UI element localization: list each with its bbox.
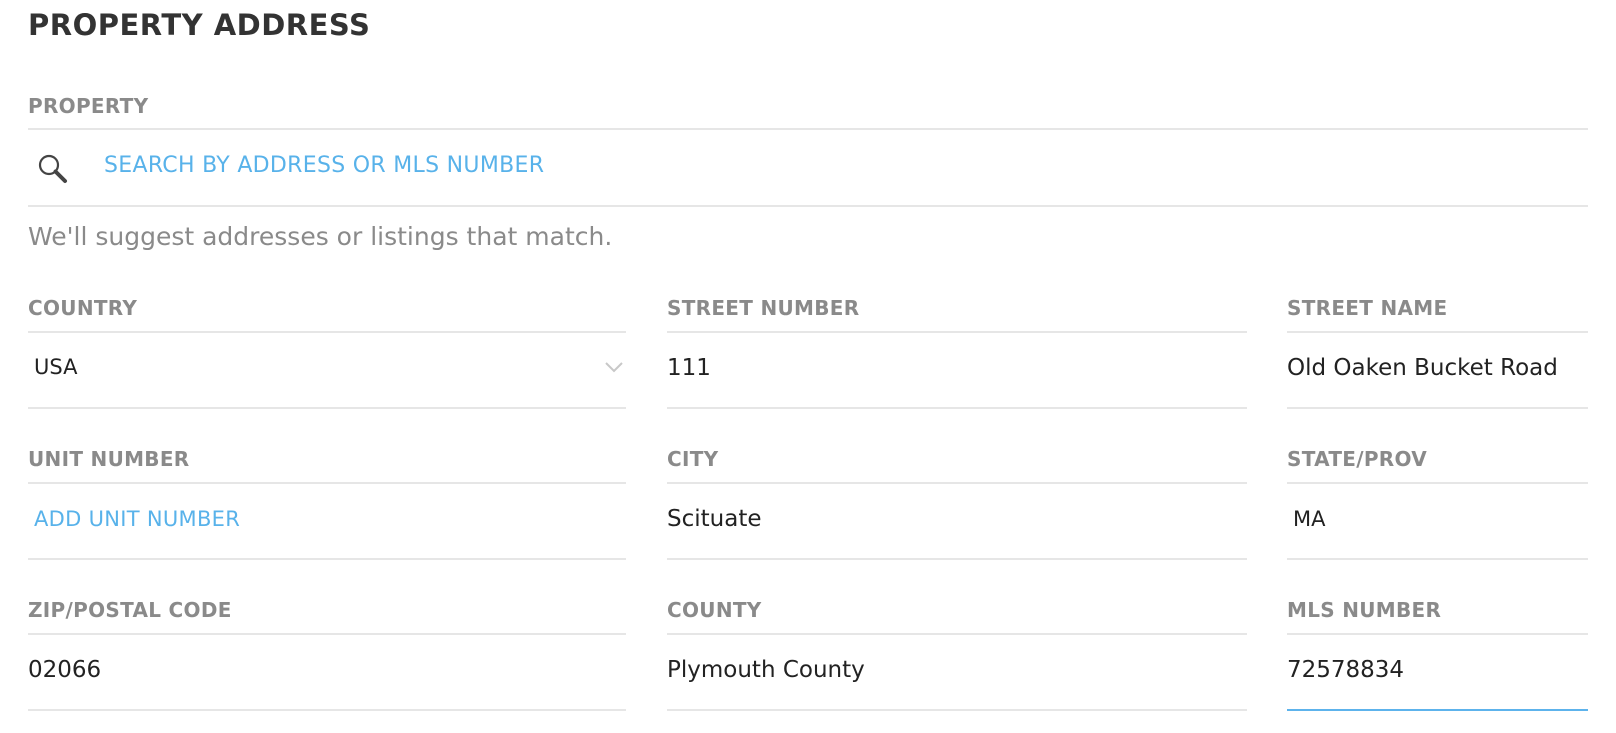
unit-number-top-divider bbox=[28, 482, 626, 484]
property-top-divider bbox=[28, 128, 1588, 130]
chevron-down-icon[interactable] bbox=[604, 360, 624, 374]
zip-field[interactable]: 02066 bbox=[28, 657, 101, 683]
property-search-input[interactable]: SEARCH BY ADDRESS OR MLS NUMBER bbox=[104, 153, 544, 178]
property-address-form: PROPERTY ADDRESS PROPERTY SEARCH BY ADDR… bbox=[0, 0, 1616, 733]
mls-number-field[interactable]: 72578834 bbox=[1287, 657, 1404, 683]
street-name-bottom-divider bbox=[1287, 407, 1588, 409]
country-label: COUNTRY bbox=[28, 296, 138, 320]
county-label: COUNTY bbox=[667, 598, 762, 622]
county-field[interactable]: Plymouth County bbox=[667, 657, 865, 683]
country-bottom-divider bbox=[28, 407, 626, 409]
street-number-bottom-divider bbox=[667, 407, 1247, 409]
search-hint: We'll suggest addresses or listings that… bbox=[28, 222, 613, 251]
add-unit-number-link[interactable]: ADD UNIT NUMBER bbox=[34, 507, 240, 531]
zip-label: ZIP/POSTAL CODE bbox=[28, 598, 232, 622]
state-bottom-divider bbox=[1287, 558, 1588, 560]
mls-number-active-underline bbox=[1287, 709, 1588, 711]
property-label: PROPERTY bbox=[28, 94, 149, 118]
unit-number-label: UNIT NUMBER bbox=[28, 447, 190, 471]
street-number-field[interactable]: 111 bbox=[667, 355, 711, 381]
property-bottom-divider bbox=[28, 205, 1588, 207]
zip-bottom-divider bbox=[28, 709, 626, 711]
unit-number-bottom-divider bbox=[28, 558, 626, 560]
city-top-divider bbox=[667, 482, 1247, 484]
zip-top-divider bbox=[28, 633, 626, 635]
state-select[interactable]: MA bbox=[1293, 507, 1325, 531]
street-name-top-divider bbox=[1287, 331, 1588, 333]
mls-number-label: MLS NUMBER bbox=[1287, 598, 1442, 622]
state-top-divider bbox=[1287, 482, 1588, 484]
country-top-divider bbox=[28, 331, 626, 333]
street-name-label: STREET NAME bbox=[1287, 296, 1448, 320]
county-top-divider bbox=[667, 633, 1247, 635]
country-select[interactable]: USA bbox=[34, 355, 77, 379]
section-title: PROPERTY ADDRESS bbox=[28, 8, 371, 42]
search-icon[interactable] bbox=[36, 152, 70, 186]
state-label: STATE/PROV bbox=[1287, 447, 1428, 471]
street-name-field[interactable]: Old Oaken Bucket Road bbox=[1287, 355, 1558, 381]
city-label: CITY bbox=[667, 447, 719, 471]
mls-number-top-divider bbox=[1287, 633, 1588, 635]
street-number-top-divider bbox=[667, 331, 1247, 333]
city-bottom-divider bbox=[667, 558, 1247, 560]
street-number-label: STREET NUMBER bbox=[667, 296, 860, 320]
city-field[interactable]: Scituate bbox=[667, 506, 762, 532]
county-bottom-divider bbox=[667, 709, 1247, 711]
